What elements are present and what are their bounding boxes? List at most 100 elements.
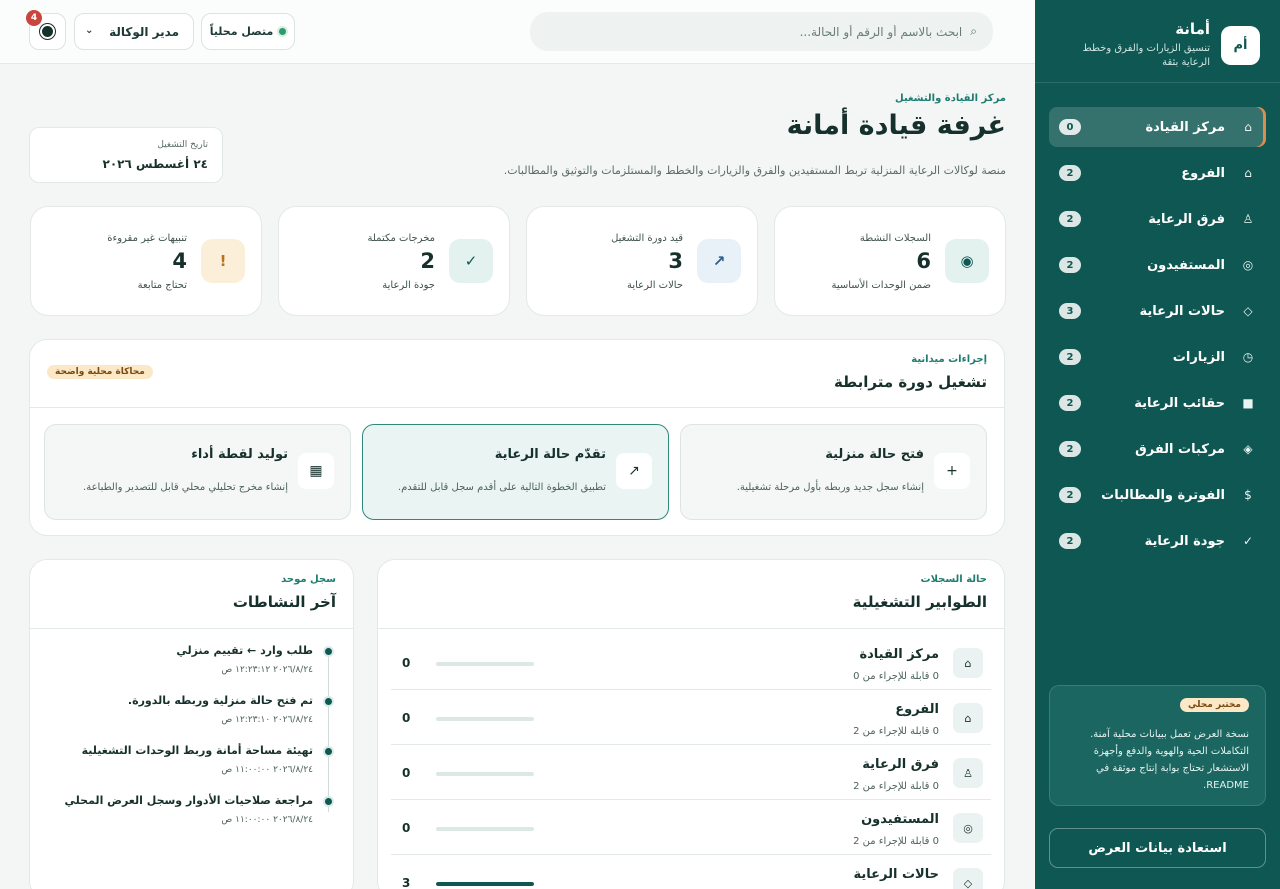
sidebar-item-label: الفروع bbox=[1181, 165, 1225, 181]
app-root: أم أمانة تنسيق الزيارات والفرق وخطط الرع… bbox=[0, 0, 1280, 889]
stat-value: 6 bbox=[916, 249, 931, 273]
stat-label: السجلات النشطة bbox=[859, 233, 931, 244]
queue-progress-bar bbox=[436, 772, 534, 776]
workflow-eyebrow: إجراءات ميدانية bbox=[911, 354, 987, 365]
activity-item: تم فتح حالة منزلية وربطه بالدورة. ٢٠٢٦/٨/… bbox=[30, 694, 353, 742]
sidebar-item-label: حالات الرعاية bbox=[1139, 303, 1225, 319]
notifications-button[interactable]: 4 bbox=[26, 10, 66, 50]
sidebar-item-count-badge: 2 bbox=[1059, 441, 1081, 457]
run-date-value: ٢٤ أغسطس ٢٠٢٦ bbox=[102, 157, 208, 171]
chevron-down-icon: ⌄ bbox=[85, 25, 94, 36]
queue-progress-bar bbox=[436, 882, 534, 886]
team-icon: ♙ bbox=[953, 758, 983, 788]
stat-card: ✓ مخرجات مكتملة 2 جودة الرعاية bbox=[278, 206, 510, 316]
sidebar-item-count-badge: 2 bbox=[1059, 257, 1081, 273]
search-input[interactable] bbox=[582, 24, 963, 39]
bag-icon: ■ bbox=[1242, 396, 1254, 410]
stat-caption: جودة الرعاية bbox=[382, 280, 435, 291]
sidebar-item-vehicle[interactable]: ◈ مركبات الفرق 2 bbox=[1049, 429, 1266, 469]
connection-status[interactable]: متصل محلياً bbox=[201, 13, 295, 50]
sidebar-item-count-badge: 2 bbox=[1059, 211, 1081, 227]
stat-caption: تحتاج متابعة bbox=[137, 280, 187, 291]
case-icon: ◇ bbox=[953, 868, 983, 889]
activity-text: تم فتح حالة منزلية وربطه بالدورة. bbox=[127, 694, 313, 707]
brand-title: أمانة bbox=[1175, 20, 1210, 38]
queue-name: مركز القيادة bbox=[859, 647, 939, 662]
vehicle-icon: ◈ bbox=[1243, 442, 1253, 456]
workflow-action-card[interactable]: ↗ تقدّم حالة الرعاية تطبيق الخطوة التالية … bbox=[362, 424, 669, 520]
sidebar-item-label: جودة الرعاية bbox=[1144, 533, 1225, 549]
sidebar-item-visit[interactable]: ◷ الزيارات 2 bbox=[1049, 337, 1266, 377]
team-icon: ♙ bbox=[1242, 212, 1254, 226]
sidebar-item-label: فرق الرعاية bbox=[1148, 211, 1225, 227]
page-description: منصة لوكالات الرعاية المنزلية تربط المست… bbox=[503, 164, 1006, 177]
advance-icon: ↗ bbox=[616, 453, 652, 489]
queue-name: الفروع bbox=[895, 702, 939, 717]
local-lab-card: مختبر محلي نسخة العرض تعمل ببيانات محلية… bbox=[1049, 685, 1266, 806]
workflow-panel: إجراءات ميدانية تشغيل دورة مترابطة محاكا… bbox=[29, 339, 1005, 536]
sidebar-item-billing[interactable]: $ الفوترة والمطالبات 2 bbox=[1049, 475, 1266, 515]
stat-caption: حالات الرعاية bbox=[626, 280, 683, 291]
visit-icon: ◷ bbox=[1242, 350, 1254, 364]
sidebar-item-count-badge: 2 bbox=[1059, 487, 1081, 503]
sidebar-item-bag[interactable]: ■ حقائب الرعاية 2 bbox=[1049, 383, 1266, 423]
lab-tag: مختبر محلي bbox=[1180, 698, 1249, 712]
restore-demo-data-button[interactable]: استعادة بيانات العرض bbox=[1049, 828, 1266, 868]
workflow-action-card[interactable]: ▦ توليد لقطة أداء إنشاء مخرج تحليلي محلي ق… bbox=[44, 424, 351, 520]
beneficiary-icon: ◎ bbox=[1242, 258, 1254, 272]
stat-label: قيد دورة التشغيل bbox=[611, 233, 683, 244]
sidebar-item-quality[interactable]: ✓ جودة الرعاية 2 bbox=[1049, 521, 1266, 561]
lab-text: نسخة العرض تعمل ببيانات محلية آمنة. التك… bbox=[1090, 729, 1249, 791]
sidebar-item-beneficiary[interactable]: ◎ المستفيدون 2 bbox=[1049, 245, 1266, 285]
activity-timestamp: ٢٠٢٦/٨/٢٤ ١٢:٢٣:١٠ ص bbox=[221, 715, 313, 725]
timeline-dot-icon bbox=[325, 648, 332, 655]
stat-value: 3 bbox=[668, 249, 683, 273]
queue-row[interactable]: ⌂ مركز القيادة 0 قابلة للإجراء من 0 0 bbox=[391, 635, 991, 690]
queue-row[interactable]: ♙ فرق الرعاية 0 قابلة للإجراء من 2 0 bbox=[391, 745, 991, 800]
workflow-divider bbox=[30, 407, 1004, 408]
activity-timestamp: ٢٠٢٦/٨/٢٤ ١١:٠٠:٠٠ ص bbox=[221, 815, 313, 825]
queue-count: 0 bbox=[402, 656, 411, 670]
sidebar-item-label: الزيارات bbox=[1172, 349, 1225, 365]
connection-status-label: متصل محلياً bbox=[209, 25, 274, 38]
sidebar: أم أمانة تنسيق الزيارات والفرق وخطط الرع… bbox=[1035, 0, 1280, 889]
sidebar-item-label: المستفيدون bbox=[1147, 257, 1225, 273]
beneficiary-icon: ◎ bbox=[953, 813, 983, 843]
queue-progress-bar bbox=[436, 717, 534, 721]
run-date-card: تاريخ التشغيل ٢٤ أغسطس ٢٠٢٦ bbox=[29, 127, 223, 183]
sidebar-item-count-badge: 2 bbox=[1059, 349, 1081, 365]
activity-eyebrow: سجل موحد bbox=[281, 574, 336, 585]
queue-progress-bar bbox=[436, 827, 534, 831]
queue-name: حالات الرعاية bbox=[853, 867, 939, 882]
queue-name: فرق الرعاية bbox=[862, 757, 939, 772]
queue-row[interactable]: ◇حالات الرعاية3 قابلة للإجراء من 33 bbox=[391, 855, 991, 889]
stat-caption: ضمن الوحدات الأساسية bbox=[831, 280, 931, 291]
activity-item: طلب وارد ← تقييم منزلي ٢٠٢٦/٨/٢٤ ١٢:٢٣:١٢… bbox=[30, 644, 353, 692]
timeline-dot-icon bbox=[325, 798, 332, 805]
sidebar-item-home[interactable]: ⌂ مركز القيادة 0 bbox=[1049, 107, 1266, 147]
queue-caption: 0 قابلة للإجراء من 2 bbox=[853, 726, 939, 737]
queue-count: 0 bbox=[402, 711, 411, 725]
stat-value: 4 bbox=[172, 249, 187, 273]
sidebar-item-branch[interactable]: ⌂ الفروع 2 bbox=[1049, 153, 1266, 193]
activity-timestamp: ٢٠٢٦/٨/٢٤ ١٢:٢٣:١٢ ص bbox=[221, 665, 313, 675]
search-box[interactable]: ⌕ bbox=[530, 12, 993, 51]
workflow-action-card[interactable]: + فتح حالة منزلية إنشاء سجل جديد وربطه بأو… bbox=[680, 424, 987, 520]
queue-count: 0 bbox=[402, 766, 411, 780]
sidebar-item-case[interactable]: ◇ حالات الرعاية 3 bbox=[1049, 291, 1266, 331]
brand: أم أمانة تنسيق الزيارات والفرق وخطط الرع… bbox=[1049, 14, 1260, 70]
plus-icon: + bbox=[934, 453, 970, 489]
sidebar-item-team[interactable]: ♙ فرق الرعاية 2 bbox=[1049, 199, 1266, 239]
run-date-label: تاريخ التشغيل bbox=[157, 140, 208, 150]
stat-value: 2 bbox=[420, 249, 435, 273]
queue-name: المستفيدون bbox=[861, 812, 939, 827]
workflow-action-description: إنشاء سجل جديد وربطه بأول مرحلة تشغيلية. bbox=[736, 482, 924, 493]
queue-row[interactable]: ⌂ الفروع 0 قابلة للإجراء من 2 0 bbox=[391, 690, 991, 745]
brand-logo: أم bbox=[1221, 26, 1260, 65]
workflow-action-title: فتح حالة منزلية bbox=[825, 447, 924, 462]
role-select[interactable]: مدير الوكالة ⌄ bbox=[74, 13, 194, 50]
queue-row[interactable]: ◎ المستفيدون 0 قابلة للإجراء من 2 0 bbox=[391, 800, 991, 855]
activity-panel: سجل موحد آخر النشاطات طلب وارد ← تقييم م… bbox=[29, 559, 354, 889]
queue-progress-fill bbox=[436, 882, 534, 886]
search-icon: ⌕ bbox=[970, 24, 977, 38]
